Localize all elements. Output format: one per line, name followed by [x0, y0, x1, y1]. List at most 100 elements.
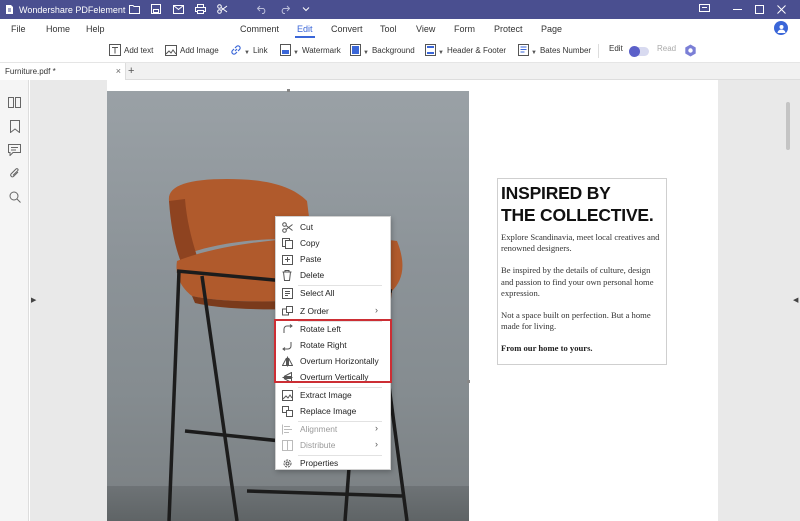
- menu-label: Replace Image: [300, 406, 357, 416]
- background-button[interactable]: ▼ Background: [349, 44, 415, 56]
- menu-label: Rotate Right: [300, 340, 347, 350]
- cut-icon: [281, 221, 293, 233]
- link-dropdown-icon[interactable]: ▼: [244, 50, 250, 56]
- title-bar: Wondershare PDFelement: [0, 0, 800, 19]
- add-text-icon: [109, 44, 121, 56]
- bates-number-icon: [517, 44, 529, 56]
- resize-handle-top[interactable]: [287, 89, 290, 92]
- new-tab-icon[interactable]: +: [128, 65, 134, 77]
- properties-gear-icon: [281, 457, 293, 469]
- background-dropdown-icon[interactable]: ▼: [363, 50, 369, 56]
- background-label: Background: [371, 45, 415, 55]
- watermark-dropdown-icon[interactable]: ▼: [293, 50, 299, 56]
- watermark-icon: [279, 44, 291, 56]
- tab-view[interactable]: View: [416, 24, 435, 34]
- paste-icon: [281, 253, 293, 265]
- tab-protect[interactable]: Protect: [494, 24, 523, 34]
- menu-label: Distribute: [300, 440, 336, 450]
- menu-item-distribute[interactable]: Distribute ›: [276, 437, 392, 453]
- menu-item-alignment[interactable]: Alignment ›: [276, 421, 392, 437]
- maximize-icon[interactable]: [748, 2, 770, 16]
- email-icon[interactable]: [172, 3, 184, 15]
- paragraph-explore: Explore Scandinavia, meet local creative…: [501, 232, 660, 254]
- link-label: Link: [252, 45, 268, 55]
- menu-item-cut[interactable]: Cut: [276, 219, 392, 235]
- menu-label: Paste: [300, 254, 322, 264]
- print-icon[interactable]: [194, 3, 206, 15]
- menu-label: Properties: [300, 458, 339, 468]
- read-mode-label: Read: [657, 44, 677, 53]
- close-window-icon[interactable]: [770, 2, 792, 16]
- tab-comment[interactable]: Comment: [240, 24, 279, 34]
- menu-label: Overturn Vertically: [300, 372, 369, 382]
- tab-tool[interactable]: Tool: [380, 24, 397, 34]
- header-footer-button[interactable]: ▼ Header & Footer: [424, 44, 506, 56]
- expand-right-panel-icon[interactable]: ◀: [793, 296, 798, 304]
- minimize-icon[interactable]: [726, 2, 748, 16]
- comments-icon[interactable]: [8, 143, 21, 156]
- redo-icon[interactable]: [278, 3, 290, 15]
- menu-help[interactable]: Help: [86, 24, 105, 34]
- menu-item-copy[interactable]: Copy: [276, 235, 392, 251]
- feedback-icon[interactable]: [693, 2, 715, 16]
- pdfelement-logo-icon: [3, 4, 15, 16]
- menu-item-replace-image[interactable]: Replace Image: [276, 403, 392, 419]
- menu-item-select-all[interactable]: Select All: [276, 285, 392, 301]
- tab-convert[interactable]: Convert: [331, 24, 363, 34]
- menu-bar: File Home Help Comment Edit Convert Tool…: [0, 19, 800, 39]
- undo-icon[interactable]: [256, 3, 268, 15]
- submenu-arrow-icon: ›: [375, 439, 378, 449]
- header-footer-icon: [424, 44, 436, 56]
- link-button[interactable]: ▼ Link: [230, 44, 268, 56]
- menu-label: Delete: [300, 270, 325, 280]
- watermark-button[interactable]: ▼ Watermark: [279, 44, 341, 56]
- menu-item-overturn-horizontally[interactable]: Overturn Horizontally: [276, 353, 392, 369]
- tab-edit[interactable]: Edit: [297, 24, 313, 34]
- tab-page[interactable]: Page: [541, 24, 562, 34]
- menu-file[interactable]: File: [11, 24, 26, 34]
- header-footer-dropdown-icon[interactable]: ▼: [438, 50, 444, 56]
- heading-line-1: INSPIRED BY: [501, 183, 611, 203]
- resize-handle-right[interactable]: [467, 380, 470, 383]
- menu-item-rotate-left[interactable]: Rotate Left: [276, 321, 392, 337]
- menu-item-extract-image[interactable]: Extract Image: [276, 387, 392, 403]
- settings-gear-icon[interactable]: [684, 44, 697, 57]
- add-image-label: Add Image: [180, 45, 219, 55]
- attachment-icon[interactable]: [8, 167, 21, 180]
- left-sidebar: [0, 80, 29, 521]
- document-tab[interactable]: Furniture.pdf * ×: [0, 63, 126, 80]
- tab-form[interactable]: Form: [454, 24, 475, 34]
- add-image-button[interactable]: Add Image: [165, 44, 219, 56]
- menu-label: Cut: [300, 222, 314, 232]
- add-text-button[interactable]: Add text: [109, 44, 153, 56]
- bates-number-dropdown-icon[interactable]: ▼: [531, 50, 537, 56]
- menu-item-overturn-vertically[interactable]: Overturn Vertically: [276, 369, 392, 385]
- menu-label: Z Order: [300, 306, 329, 316]
- expand-left-panel-icon[interactable]: ▶: [31, 296, 36, 304]
- edit-read-toggle[interactable]: [629, 46, 649, 57]
- background-icon: [349, 44, 361, 56]
- bates-number-button[interactable]: ▼ Bates Number: [517, 44, 591, 56]
- bookmark-icon[interactable]: [8, 120, 21, 133]
- document-tabs: Furniture.pdf * × +: [0, 63, 800, 80]
- close-tab-icon[interactable]: ×: [116, 66, 121, 76]
- menu-home[interactable]: Home: [46, 24, 70, 34]
- open-folder-icon[interactable]: [128, 3, 140, 15]
- save-icon[interactable]: [150, 3, 162, 15]
- scissors-icon[interactable]: [216, 3, 228, 15]
- menu-label: Copy: [300, 238, 320, 248]
- menu-item-properties[interactable]: Properties: [276, 455, 392, 471]
- page-text-box[interactable]: INSPIRED BY THE COLLECTIVE. Explore Scan…: [497, 178, 667, 365]
- dropdown-icon[interactable]: [300, 3, 312, 15]
- heading-line-2: THE COLLECTIVE.: [501, 205, 654, 225]
- vertical-scrollbar[interactable]: [786, 102, 790, 150]
- menu-item-delete[interactable]: Delete: [276, 267, 392, 283]
- menu-item-paste[interactable]: Paste: [276, 251, 392, 267]
- search-icon[interactable]: [8, 190, 21, 203]
- delete-icon: [281, 269, 293, 281]
- thumbnails-icon[interactable]: [8, 96, 21, 109]
- menu-item-rotate-right[interactable]: Rotate Right: [276, 337, 392, 353]
- toggle-knob: [629, 46, 640, 57]
- menu-item-z-order[interactable]: Z Order ›: [276, 303, 392, 319]
- user-account-icon[interactable]: [774, 21, 788, 35]
